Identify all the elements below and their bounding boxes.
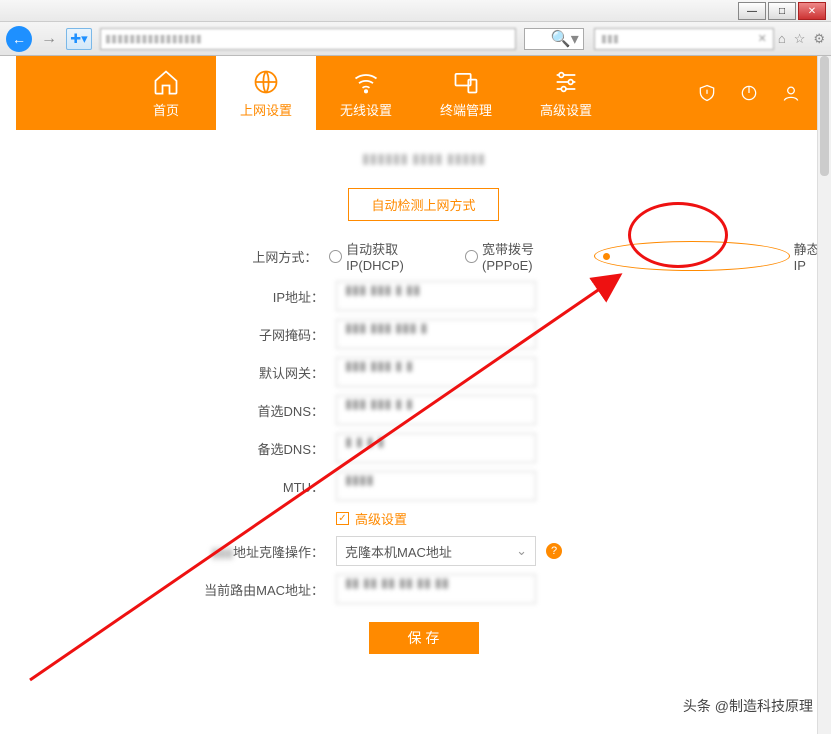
nav-home[interactable]: 首页 (116, 56, 216, 130)
help-icon[interactable]: ? (546, 543, 562, 559)
brand-line: ▮▮▮▮▮▮ ▮▮▮▮ ▮▮▮▮▮ (16, 150, 831, 174)
home-icon (152, 68, 180, 96)
nav-wan-label: 上网设置 (240, 100, 292, 119)
chevron-down-icon: ⌄ (516, 543, 527, 559)
mask-input[interactable]: ▮▮▮ ▮▮▮ ▮▮▮ ▮ (336, 319, 536, 349)
nav-wireless[interactable]: 无线设置 (316, 56, 416, 130)
gateway-input[interactable]: ▮▮▮ ▮▮▮ ▮ ▮ (336, 357, 536, 387)
dns2-input[interactable]: ▮ ▮ ▮ ▮ (336, 433, 536, 463)
nav-home-label: 首页 (153, 100, 179, 119)
home-icon[interactable]: ⌂ (778, 31, 786, 47)
nav-wan-settings[interactable]: 上网设置 (216, 56, 316, 130)
mask-label: 子网掩码： (16, 325, 336, 344)
mac-clone-label: ▮▮▮地址克隆操作： (16, 542, 336, 561)
radio-static[interactable]: 静态IP (594, 239, 831, 273)
window-minimize-button[interactable]: — (738, 2, 766, 20)
shield-icon[interactable] (697, 83, 717, 103)
radio-pppoe[interactable]: 宽带拨号(PPPoE) (465, 239, 582, 273)
page-content: 首页 上网设置 无线设置 终端管理 高级设置 ▮▮▮▮▮▮ ▮▮▮▮ ▮▮▮▮▮… (16, 56, 831, 734)
sliders-icon (552, 68, 580, 96)
browser-tab[interactable]: ▮▮▮✕ (594, 28, 774, 50)
wifi-icon (352, 68, 380, 96)
mac-clone-select[interactable]: 克隆本机MAC地址 ⌄ (336, 536, 536, 566)
current-mac-label: 当前路由MAC地址： (16, 580, 336, 599)
dns1-input[interactable]: ▮▮▮ ▮▮▮ ▮ ▮ (336, 395, 536, 425)
tools-icon[interactable]: ⚙ (813, 31, 825, 47)
search-box[interactable]: 🔍▾ (524, 28, 584, 50)
window-close-button[interactable]: ✕ (798, 2, 826, 20)
auto-detect-button[interactable]: 自动检测上网方式 (348, 188, 498, 221)
save-button[interactable]: 保 存 (369, 622, 479, 654)
forward-button[interactable]: → (36, 26, 62, 52)
nav-advanced[interactable]: 高级设置 (516, 56, 616, 130)
window-titlebar: — □ ✕ (0, 0, 831, 22)
power-icon[interactable] (739, 83, 759, 103)
window-maximize-button[interactable]: □ (768, 2, 796, 20)
nav-clients-label: 终端管理 (440, 100, 492, 119)
address-bar[interactable]: ▮▮▮▮▮▮▮▮▮▮▮▮▮▮▮▮ (100, 28, 516, 50)
dns1-label: 首选DNS： (16, 401, 336, 420)
main-nav: 首页 上网设置 无线设置 终端管理 高级设置 (16, 56, 831, 130)
dns2-label: 备选DNS： (16, 439, 336, 458)
scrollbar-thumb[interactable] (820, 56, 829, 176)
search-icon: 🔍▾ (551, 29, 579, 49)
radio-dhcp[interactable]: 自动获取IP(DHCP) (329, 239, 453, 273)
watermark-text: 头条 @制造科技原理 (683, 696, 813, 716)
user-icon[interactable] (781, 83, 801, 103)
nav-advanced-label: 高级设置 (540, 100, 592, 119)
nav-clients[interactable]: 终端管理 (416, 56, 516, 130)
ip-input[interactable]: ▮▮▮ ▮▮▮ ▮ ▮▮ (336, 281, 536, 311)
tab-close-icon[interactable]: ✕ (758, 32, 767, 45)
favorites-icon[interactable]: ☆ (794, 31, 806, 47)
row-connection-method: 上网方式： 自动获取IP(DHCP) 宽带拨号(PPPoE) 静态IP (16, 239, 831, 273)
mtu-input[interactable]: ▮▮▮▮ (336, 471, 536, 501)
mtu-label: MTU： (16, 477, 336, 496)
devices-icon (452, 68, 480, 96)
ip-label: IP地址： (16, 287, 336, 306)
gateway-label: 默认网关： (16, 363, 336, 382)
new-tab-button[interactable]: ✚▾ (66, 28, 92, 50)
nav-wireless-label: 无线设置 (340, 100, 392, 119)
checkbox-checked-icon: ✓ (336, 512, 349, 525)
nav-utility-icons (697, 56, 831, 130)
vertical-scrollbar[interactable] (817, 56, 831, 734)
method-label: 上网方式： (16, 247, 329, 266)
current-mac-input[interactable]: ▮▮ ▮▮ ▮▮ ▮▮ ▮▮ ▮▮ (336, 574, 536, 604)
back-button[interactable]: ← (6, 26, 32, 52)
globe-icon (252, 68, 280, 96)
browser-toolbar: ← → ✚▾ ▮▮▮▮▮▮▮▮▮▮▮▮▮▮▮▮ 🔍▾ ▮▮▮✕ ⌂ ☆ ⚙ (0, 22, 831, 56)
advanced-checkbox[interactable]: ✓ 高级设置 (336, 509, 407, 528)
